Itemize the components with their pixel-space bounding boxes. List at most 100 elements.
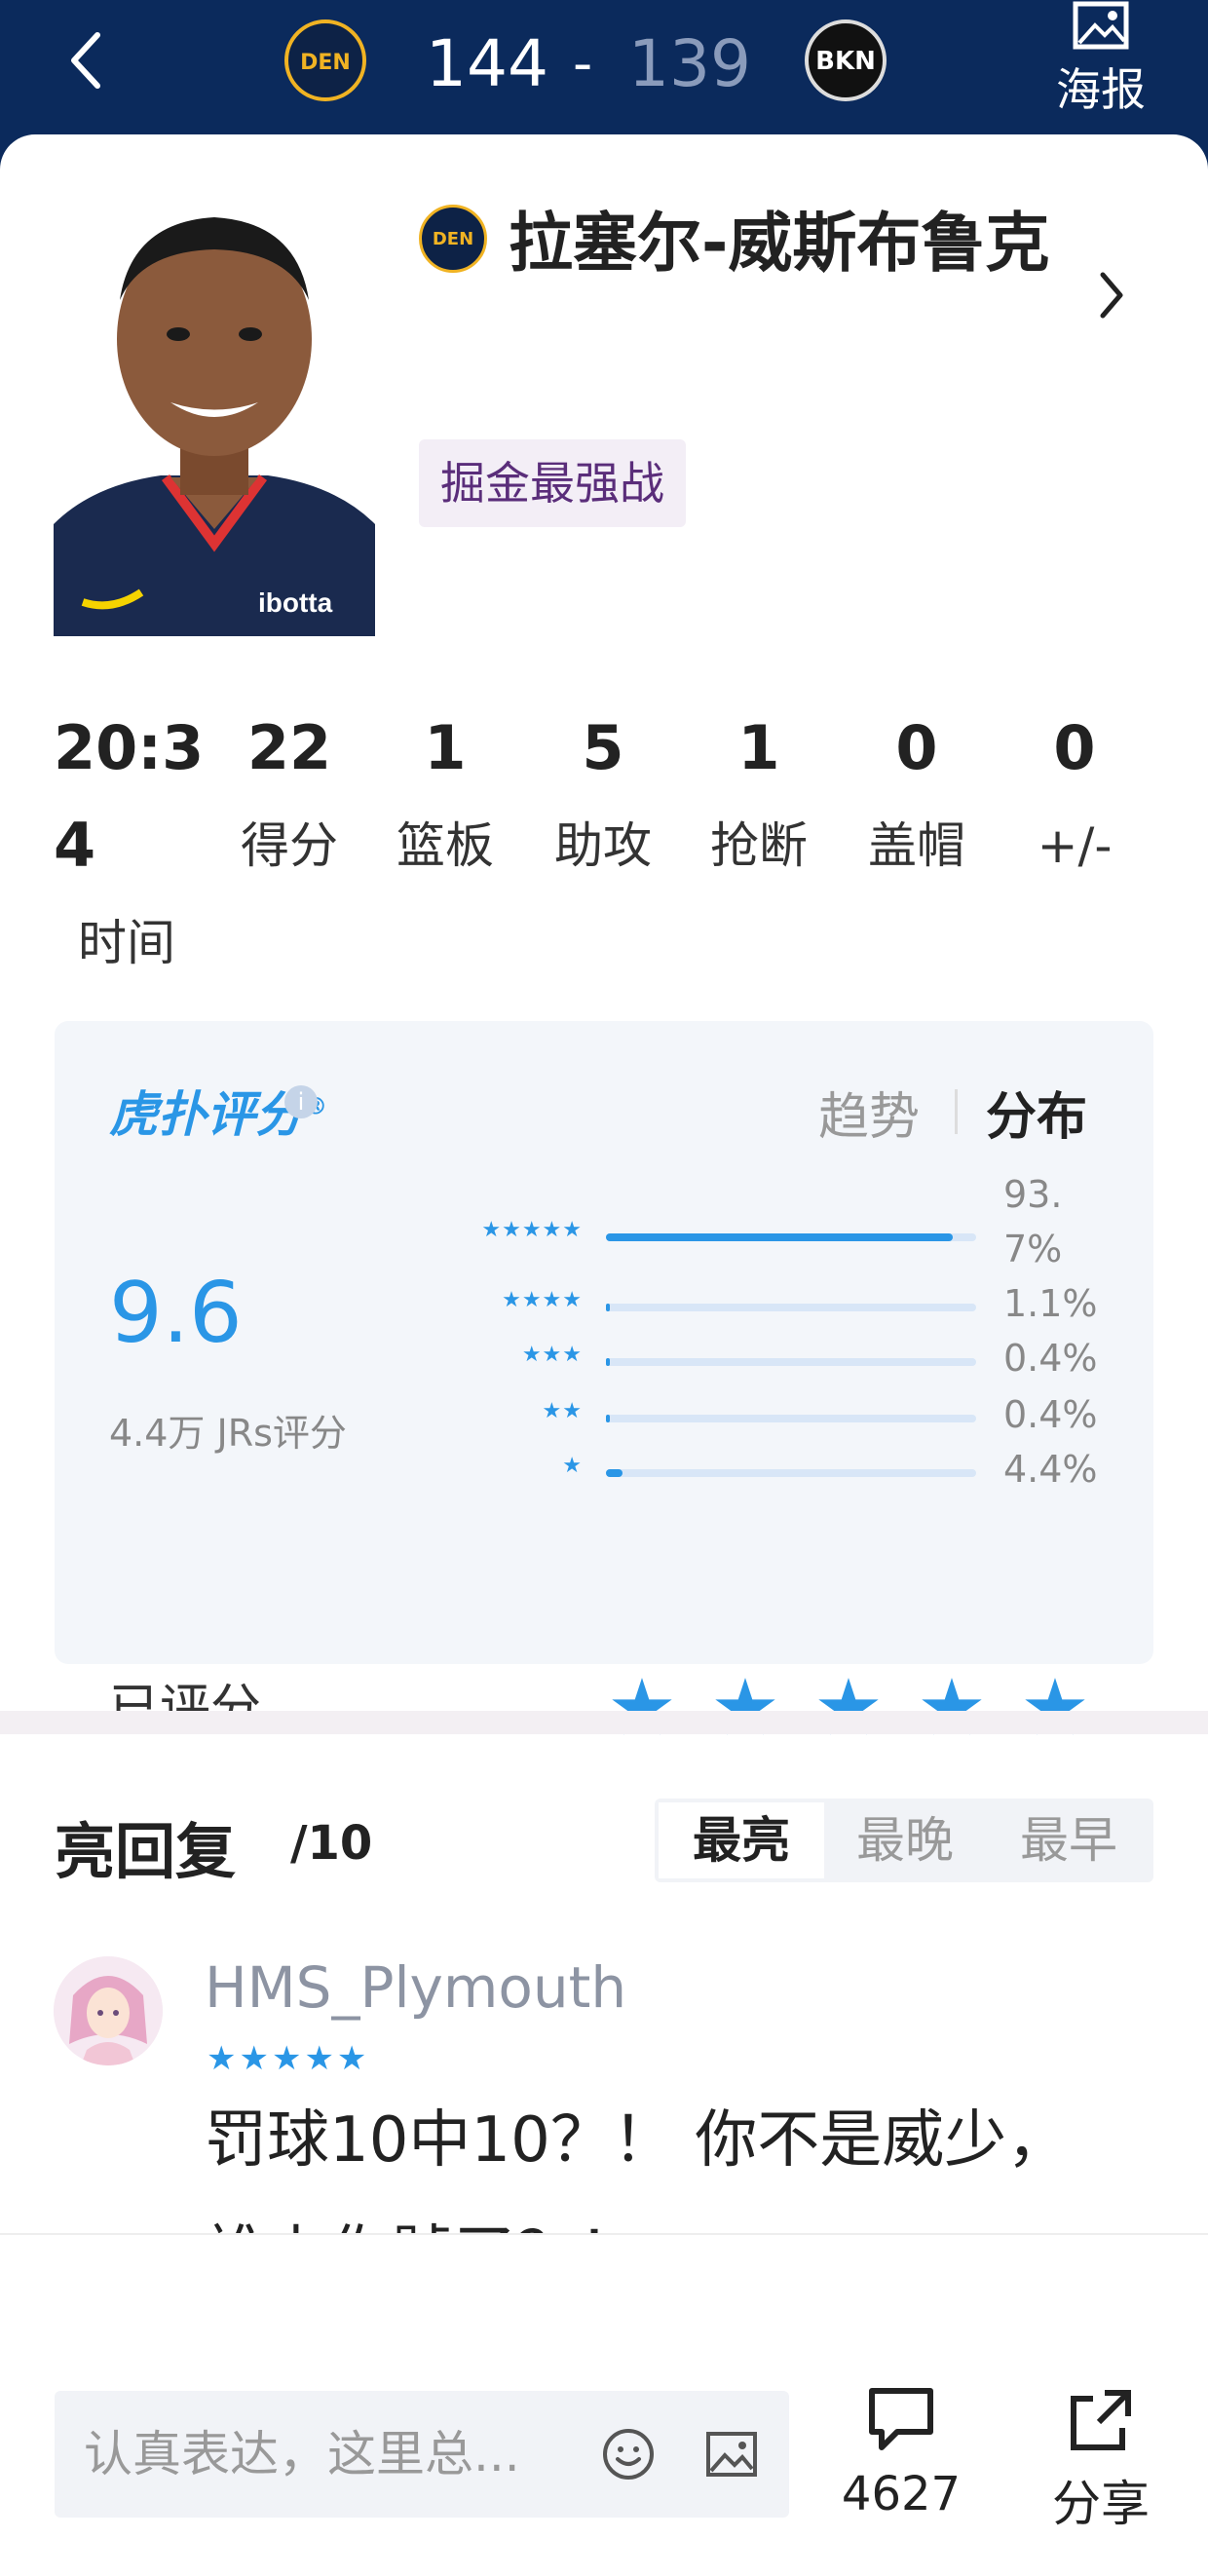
distribution-percent: 0.4%	[1003, 1337, 1098, 1380]
star-icon[interactable]: ★	[1003, 1664, 1107, 1752]
poster-icon	[1073, 1, 1129, 50]
distribution-stars: ★★★★★	[481, 1218, 583, 1242]
player-tag[interactable]: 掘金最强战	[419, 439, 686, 527]
distribution-stars: ★★	[542, 1399, 583, 1423]
stat-line: 20:34 时间 22 得分 1 篮板 5 助攻 1 抢断 0 盖帽 0 +/-	[0, 700, 1208, 971]
distribution-percent: 93.7%	[1003, 1173, 1063, 1270]
back-arrow-icon[interactable]	[58, 21, 117, 99]
away-team-logo[interactable]: BKN	[805, 19, 887, 101]
distribution-percent: 4.4%	[1003, 1448, 1098, 1491]
comment-count: 4627	[841, 2467, 962, 2521]
emoji-icon[interactable]	[600, 2426, 657, 2482]
star-icon[interactable]: ★	[590, 1664, 694, 1752]
player-card: ibotta DEN 拉塞尔-威斯布鲁克 掘金最强战 20:34 时间 22 得…	[0, 134, 1208, 2576]
distribution-stars: ★★★	[521, 1343, 583, 1367]
comments-button[interactable]: 4627	[838, 2381, 964, 2537]
sort-tab-latest[interactable]: 最晚	[822, 1799, 988, 1882]
stat-blocks: 0 盖帽	[834, 700, 1000, 894]
tab-distribution[interactable]: 分布	[986, 1076, 1087, 1149]
distribution-percent: 1.1%	[1003, 1282, 1098, 1325]
distribution-bar-fill	[606, 1469, 623, 1477]
distribution-bar-track	[606, 1358, 976, 1366]
home-team-logo[interactable]: DEN	[284, 19, 366, 101]
comment-username[interactable]: HMS_Plymouth	[205, 1954, 626, 2021]
player-photo: ibotta	[54, 217, 375, 636]
distribution-percent: 0.4%	[1003, 1393, 1098, 1436]
stat-steals: 1 抢断	[676, 700, 842, 894]
distribution-bar-fill	[606, 1304, 611, 1311]
stat-label: 盖帽	[868, 817, 965, 874]
distribution-stars: ★	[562, 1454, 583, 1478]
stat-label: 篮板	[396, 817, 494, 874]
stat-label: 时间	[78, 915, 175, 971]
stat-label: 助攻	[554, 817, 652, 874]
distribution-bar-fill	[606, 1233, 954, 1241]
commenter-avatar-image	[54, 1956, 163, 2065]
distribution-bar-track	[606, 1233, 976, 1241]
stat-points: 22 得分	[207, 700, 372, 894]
comment-rating-stars: ★★★★★	[207, 2039, 370, 2078]
distribution-bar-track	[606, 1469, 976, 1477]
distribution-row-1-star: ★ 4.4%	[55, 1442, 1153, 1498]
distribution-bar-track	[606, 1304, 976, 1311]
sort-tabs: 最亮 最晚 最早	[655, 1799, 1153, 1882]
stat-value: 0	[895, 712, 938, 783]
home-team-abbr: DEN	[300, 51, 351, 75]
poster-button[interactable]: 海报	[1042, 0, 1159, 127]
away-team-abbr: BKN	[815, 47, 876, 76]
svg-text:ibotta: ibotta	[258, 587, 333, 618]
tab-divider	[955, 1089, 958, 1134]
image-icon[interactable]	[703, 2426, 760, 2482]
stat-value: 1	[424, 712, 467, 783]
comments-title: 亮回复	[55, 1816, 237, 1887]
comment-input-placeholder: 认真表达，这里总...	[84, 2426, 520, 2482]
share-icon	[1071, 2390, 1131, 2450]
distribution-bar-track	[606, 1415, 976, 1422]
score-separator: -	[573, 32, 593, 95]
player-name: 拉塞尔-威斯布鲁克	[509, 206, 1050, 281]
distribution-row-3-star: ★★★ 0.4%	[55, 1331, 1153, 1387]
star-icon[interactable]: ★	[694, 1664, 797, 1752]
player-team-logo: DEN	[419, 205, 487, 273]
stat-rebounds: 1 篮板	[362, 700, 528, 894]
stat-value: 1	[737, 712, 780, 783]
comment-bubble-icon	[869, 2388, 933, 2450]
distribution-stars: ★★★★	[502, 1288, 583, 1312]
stat-label: +/-	[1037, 817, 1113, 874]
stat-value: 0	[1053, 712, 1096, 783]
star-icon[interactable]: ★	[900, 1664, 1003, 1752]
tab-trend[interactable]: 趋势	[818, 1076, 920, 1149]
home-score: 144	[426, 26, 548, 101]
distribution-row-5-star: ★★★★★ 93.7%	[55, 1173, 1153, 1270]
info-icon[interactable]: i	[284, 1085, 318, 1118]
avatar[interactable]	[54, 1956, 163, 2065]
chevron-right-icon[interactable]	[1091, 261, 1130, 329]
stat-value: 20:34	[54, 712, 205, 881]
game-header: DEN 144 - 139 BKN 海报	[0, 0, 1208, 146]
stat-value: 5	[582, 712, 624, 783]
bottom-bar: 认真表达，这里总... 4627 分享	[0, 2233, 1208, 2576]
player-team-abbr: DEN	[432, 229, 474, 249]
comment-input[interactable]: 认真表达，这里总...	[55, 2391, 789, 2518]
distribution-row-2-star: ★★ 0.4%	[55, 1387, 1153, 1444]
star-icon[interactable]: ★	[797, 1664, 900, 1752]
rating-brand: 虎扑评分	[109, 1086, 304, 1143]
sort-tab-earliest[interactable]: 最早	[986, 1799, 1151, 1882]
stat-label: 得分	[241, 817, 338, 874]
distribution-bar-fill	[606, 1358, 610, 1366]
stat-time: 20:34 时间	[54, 700, 209, 992]
sort-tab-brightest[interactable]: 最亮	[659, 1802, 824, 1878]
poster-label: 海报	[1056, 63, 1146, 116]
stat-label: 抢断	[710, 817, 808, 874]
distribution-row-4-star: ★★★★ 1.1%	[55, 1276, 1153, 1333]
stat-plus-minus: 0 +/-	[992, 700, 1157, 894]
share-button[interactable]: 分享	[1042, 2381, 1159, 2537]
section-divider	[0, 1711, 1208, 1734]
stat-value: 22	[246, 712, 332, 783]
share-label: 分享	[1052, 2476, 1150, 2532]
away-score: 139	[628, 26, 751, 101]
distribution-bar-fill	[606, 1415, 610, 1422]
stat-assists: 5 助攻	[520, 700, 686, 894]
my-rating-stars[interactable]: ★ ★ ★ ★ ★	[590, 1664, 1107, 1752]
rating-panel: 虎扑评分® i 趋势 分布 9.6 4.4万 JRs评分 ★★★★★93.7%★…	[55, 1021, 1153, 1752]
